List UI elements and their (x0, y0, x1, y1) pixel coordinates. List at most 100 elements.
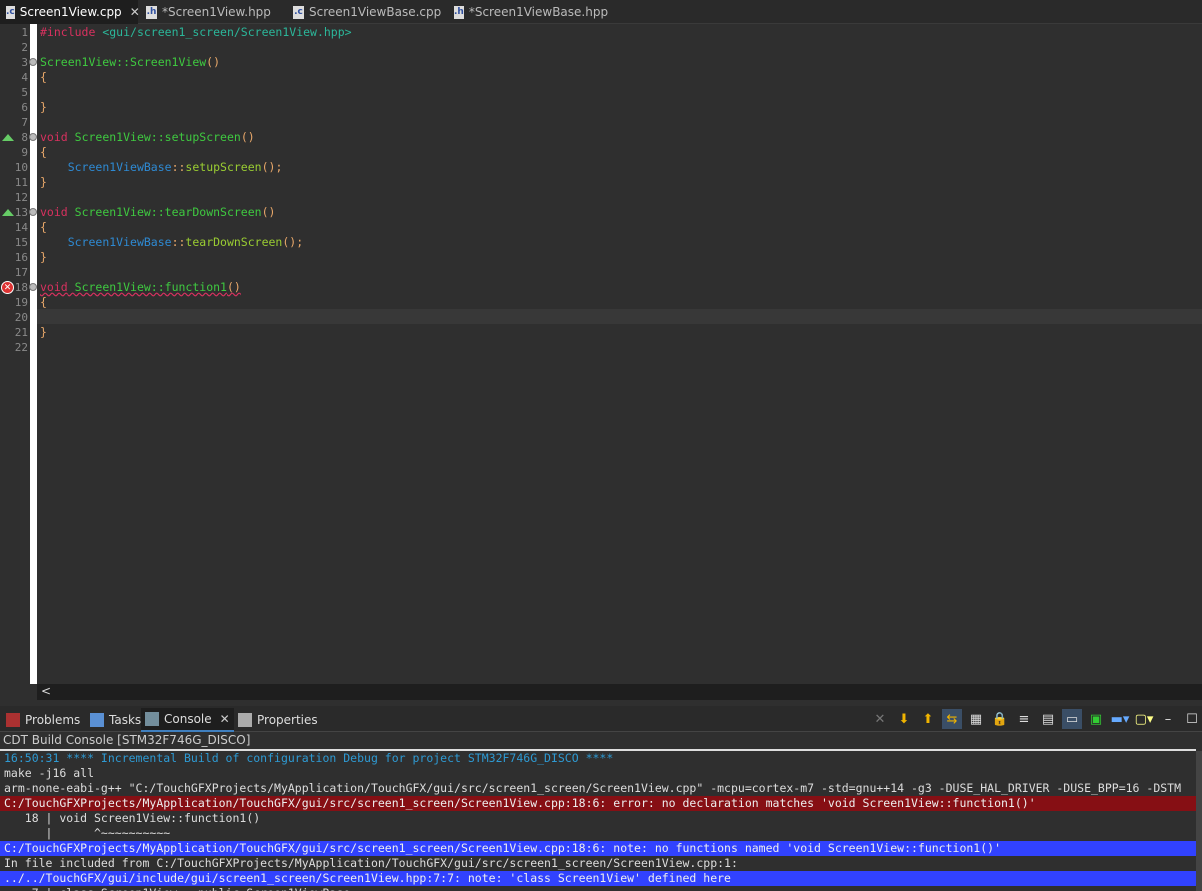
console-toolbar: ✕ ⬇ ⬆ ⇆ ▦ 🔒 ≡ ▤ ▭ ▣ ▬▾ ▢▾ – ☐ (870, 708, 1202, 730)
code-line[interactable]: { (40, 70, 47, 85)
current-line-highlight (37, 309, 1202, 324)
code-line[interactable]: } (40, 325, 47, 340)
console-output[interactable]: 16:50:31 **** Incremental Build of confi… (0, 749, 1196, 891)
line-number: 21 (14, 326, 28, 339)
console-line-plain[interactable]: make -j16 all (0, 766, 1196, 781)
code-line[interactable]: void Screen1View::tearDownScreen() (40, 205, 275, 220)
scroll-lock-icon[interactable]: 🔒 (990, 709, 1010, 729)
line-number: 22 (14, 341, 28, 354)
code-line[interactable]: Screen1ViewBase::setupScreen(); (40, 160, 283, 175)
line-number: 11 (14, 176, 28, 189)
vertical-scrollbar[interactable] (1196, 751, 1202, 891)
horizontal-scrollbar[interactable]: < (37, 684, 1202, 700)
code-line[interactable]: } (40, 175, 47, 190)
fold-icon[interactable] (29, 208, 37, 216)
fold-icon[interactable] (29, 133, 37, 141)
c-file-icon: .c (293, 5, 304, 19)
line-number: 2 (21, 41, 28, 54)
tab-label: Screen1ViewBase.cpp (309, 5, 442, 19)
word-wrap-icon[interactable]: ≡ (1014, 709, 1034, 729)
console-line-plain[interactable]: 7 | class Screen1View : public Screen1Vi… (0, 886, 1196, 891)
fold-icon[interactable] (29, 58, 37, 66)
tasks-icon (90, 713, 104, 727)
tab-label: Screen1View.cpp (19, 5, 122, 19)
h-file-icon: .h (146, 5, 157, 19)
minimize-icon[interactable]: – (1158, 709, 1178, 729)
copy-icon[interactable]: ▤ (1038, 709, 1058, 729)
line-number: 16 (14, 251, 28, 264)
line-number: 10 (14, 161, 28, 174)
line-number: 14 (14, 221, 28, 234)
tab-properties[interactable]: Properties (234, 708, 322, 732)
code-line[interactable]: } (40, 250, 47, 265)
console-line-plain[interactable]: 18 | void Screen1View::function1() (0, 811, 1196, 826)
tab-label: Problems (25, 713, 81, 727)
tab-label: Console (164, 712, 212, 726)
console-line-note[interactable]: ../../TouchGFX/gui/include/gui/screen1_s… (0, 871, 1196, 886)
tab-screen1viewbase-hpp[interactable]: .h *Screen1ViewBase.hpp (448, 0, 608, 24)
override-icon (2, 134, 14, 141)
panel-tabs: ✕ ⬇ ⬆ ⇆ ▦ 🔒 ≡ ▤ ▭ ▣ ▬▾ ▢▾ – ☐ Problems Ta… (0, 706, 1202, 732)
properties-icon (238, 713, 252, 727)
pin-console-icon[interactable]: ▣ (1086, 709, 1106, 729)
line-number: 17 (14, 266, 28, 279)
code-line[interactable]: { (40, 145, 47, 160)
line-number: 7 (21, 116, 28, 129)
tab-screen1view-hpp[interactable]: .h *Screen1View.hpp (140, 0, 285, 24)
code-line[interactable]: #include <gui/screen1_screen/Screen1View… (40, 25, 352, 40)
code-editor[interactable]: 1 2 3 4 5 6 7 8 9 10 11 12 13 14 15 16 17 18 19 20 21 22 #inc… (0, 24, 1202, 684)
editor-tabs: .c Screen1View.cpp ✕ .h *Screen1View.hpp .c Sc… (0, 0, 1202, 24)
line-number-gutter: 1 2 3 4 5 6 7 8 9 10 11 12 13 14 15 16 17 18 19 20 21 22 (0, 24, 30, 684)
tab-label: *Screen1View.hpp (162, 5, 271, 19)
h-file-icon: .h (454, 5, 464, 19)
link-icon[interactable]: ⇆ (942, 709, 962, 729)
show-console-icon[interactable]: ▭ (1062, 709, 1082, 729)
console-line-err[interactable]: C:/TouchGFXProjects/MyApplication/TouchG… (0, 796, 1196, 811)
next-error-icon[interactable]: ⬇ (894, 709, 914, 729)
c-file-icon: .c (6, 5, 15, 19)
console-line-info[interactable]: 16:50:31 **** Incremental Build of confi… (0, 751, 1196, 766)
close-icon[interactable]: ✕ (130, 5, 140, 19)
new-console-icon[interactable]: ▢▾ (1134, 709, 1154, 729)
code-line[interactable]: void Screen1View::function1() (40, 280, 241, 295)
line-number: 19 (14, 296, 28, 309)
tab-problems[interactable]: Problems (2, 708, 84, 732)
terminate-icon[interactable]: ✕ (870, 709, 890, 729)
tab-label: *Screen1ViewBase.hpp (468, 5, 609, 19)
override-icon (2, 209, 14, 216)
display-console-icon[interactable]: ▬▾ (1110, 709, 1130, 729)
code-line[interactable]: Screen1View::Screen1View() (40, 55, 220, 70)
tab-label: Properties (257, 713, 318, 727)
console-line-plain[interactable]: In file included from C:/TouchGFXProject… (0, 856, 1196, 871)
code-line[interactable]: void Screen1View::setupScreen() (40, 130, 255, 145)
line-number: 20 (14, 311, 28, 324)
code-line[interactable]: { (40, 220, 47, 235)
maximize-icon[interactable]: ☐ (1182, 709, 1202, 729)
console-line-plain[interactable]: | ^~~~~~~~~~~ (0, 826, 1196, 841)
tab-screen1view-cpp[interactable]: .c Screen1View.cpp ✕ (0, 0, 140, 24)
line-number: 6 (21, 101, 28, 114)
console-title: CDT Build Console [STM32F746G_DISCO] (3, 733, 251, 747)
annotation-ruler (30, 24, 37, 684)
tab-tasks[interactable]: Tasks (86, 708, 145, 732)
console-line-plain[interactable]: arm-none-eabi-g++ "C:/TouchGFXProjects/M… (0, 781, 1196, 796)
previous-error-icon[interactable]: ⬆ (918, 709, 938, 729)
code-line[interactable]: } (40, 100, 47, 115)
clear-console-icon[interactable]: ▦ (966, 709, 986, 729)
line-number: 1 (21, 26, 28, 39)
scroll-left-icon[interactable]: < (41, 684, 51, 698)
line-number: 4 (21, 71, 28, 84)
bottom-panel: ✕ ⬇ ⬆ ⇆ ▦ 🔒 ≡ ▤ ▭ ▣ ▬▾ ▢▾ – ☐ Problems Ta… (0, 706, 1202, 891)
tab-console[interactable]: Console ✕ (141, 708, 234, 732)
code-line[interactable]: Screen1ViewBase::tearDownScreen(); (40, 235, 303, 250)
problems-icon (6, 713, 20, 727)
tab-screen1viewbase-cpp[interactable]: .c Screen1ViewBase.cpp (287, 0, 445, 24)
error-icon[interactable]: ✕ (1, 281, 14, 294)
fold-icon[interactable] (29, 283, 37, 291)
console-icon (145, 712, 159, 726)
console-line-note[interactable]: C:/TouchGFXProjects/MyApplication/TouchG… (0, 841, 1196, 856)
line-number: 15 (14, 236, 28, 249)
code-line[interactable]: { (40, 295, 47, 310)
line-number: 9 (21, 146, 28, 159)
close-icon[interactable]: ✕ (220, 712, 230, 726)
